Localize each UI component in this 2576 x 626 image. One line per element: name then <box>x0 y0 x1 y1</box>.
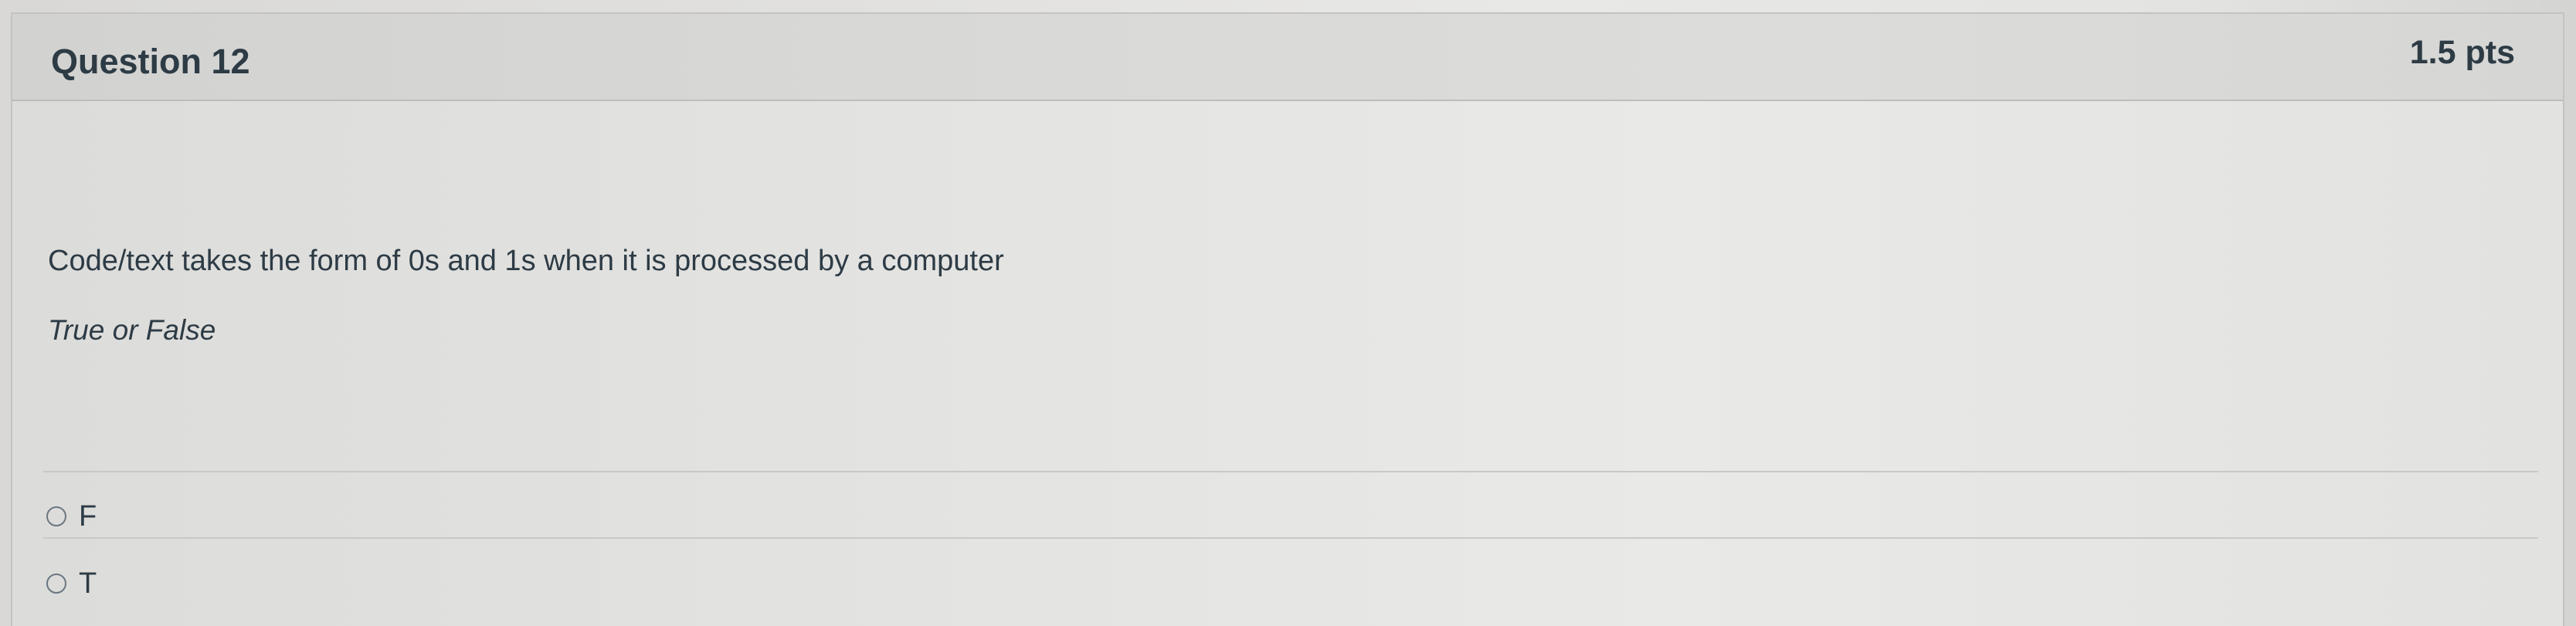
answer-label-f: F <box>79 499 97 533</box>
question-instructions: True or False <box>48 314 216 346</box>
question-points: 1.5 pts <box>2409 34 2515 71</box>
answer-label-t: T <box>79 567 97 600</box>
radio-button-t[interactable] <box>46 574 66 594</box>
answer-divider <box>43 471 2538 472</box>
answer-option-f[interactable]: F <box>46 489 97 543</box>
question-header: Question 12 1.5 pts <box>12 14 2563 101</box>
answer-option-t[interactable]: T <box>46 557 97 611</box>
question-title: Question 12 <box>51 42 250 81</box>
question-text: Code/text takes the form of 0s and 1s wh… <box>48 245 1004 277</box>
answer-divider <box>43 537 2538 539</box>
quiz-page: Question 12 1.5 pts Code/text takes the … <box>0 0 2576 626</box>
radio-button-f[interactable] <box>46 506 66 526</box>
question-card: Question 12 1.5 pts Code/text takes the … <box>11 12 2564 626</box>
